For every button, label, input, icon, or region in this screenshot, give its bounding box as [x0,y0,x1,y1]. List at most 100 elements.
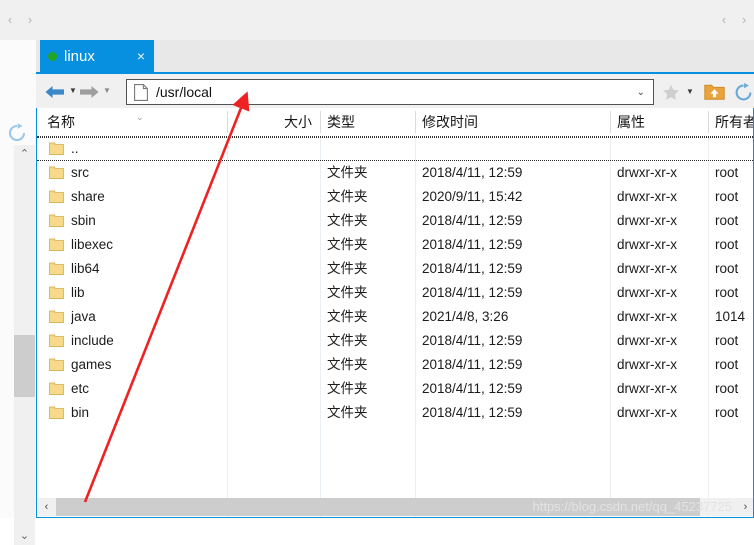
cell-owner: root [715,189,739,204]
watermark-text: https://blog.csdn.net/qq_45237725 [532,499,733,514]
column-divider[interactable] [610,111,611,133]
address-bar[interactable]: /usr/local ⌄ [126,79,654,105]
cell-modified: 2018/4/11, 12:59 [422,285,523,300]
host-tab-scroll-far-right-icon[interactable]: › [736,12,752,28]
column-divider[interactable] [415,111,416,133]
star-icon[interactable] [662,84,680,101]
cell-owner: root [715,237,739,252]
cell-name: bin [71,405,90,420]
cell-name: lib [71,285,85,300]
tab-linux[interactable]: linux × [40,40,154,72]
table-row[interactable]: lib 文件夹 2018/4/11, 12:59 drwxr-xr-x root [37,281,753,305]
hscroll-right-icon[interactable]: › [737,498,753,516]
column-header-owner[interactable]: 所有者 [715,108,753,136]
folder-icon [49,310,64,323]
table-row[interactable]: java 文件夹 2021/4/8, 3:26 drwxr-xr-x 1014 [37,305,753,329]
folder-icon [49,406,64,419]
column-divider[interactable] [320,111,321,133]
cell-name: include [71,333,114,348]
host-tab-scroll-right-icon[interactable]: › [22,12,38,28]
cell-attrs: drwxr-xr-x [617,309,677,324]
cell-attrs: drwxr-xr-x [617,189,677,204]
host-tab-scroll-left-icon[interactable]: ‹ [2,12,18,28]
cell-type: 文件夹 [327,333,368,348]
host-vertical-scrollbar[interactable]: ⌃ ⌄ [14,145,35,545]
table-row[interactable]: games 文件夹 2018/4/11, 12:59 drwxr-xr-x root [37,353,753,377]
folder-icon [49,190,64,203]
host-refresh-icon[interactable] [6,122,28,144]
cell-owner: 1014 [715,309,746,324]
cell-type: 文件夹 [327,381,368,396]
column-header-attributes[interactable]: 属性 [617,108,705,136]
back-dropdown-caret-icon[interactable]: ▼ [68,86,78,96]
cell-name: etc [71,381,90,396]
tab-close-icon[interactable]: × [134,49,148,63]
cell-owner: root [715,357,739,372]
folder-icon [49,262,64,275]
file-list-rows: .. src 文件夹 2018/4/11, 12:59 drwxr-xr-x root sh… [37,137,753,517]
cell-attrs: drwxr-xr-x [617,213,677,228]
cell-attrs: drwxr-xr-x [617,333,677,348]
column-header-name[interactable]: 名称 [47,108,207,136]
cell-type: 文件夹 [327,285,368,300]
cell-modified: 2018/4/11, 12:59 [422,381,523,396]
column-header-modified[interactable]: 修改时间 [422,108,606,136]
table-row[interactable]: share 文件夹 2020/9/11, 15:42 drwxr-xr-x root [37,185,753,209]
cell-name: java [71,309,96,324]
folder-icon [49,334,64,347]
cell-type: 文件夹 [327,165,368,180]
folder-icon [49,142,64,155]
cell-type: 文件夹 [327,237,368,252]
folder-up-icon[interactable] [704,82,725,102]
table-row[interactable]: libexec 文件夹 2018/4/11, 12:59 drwxr-xr-x root [37,233,753,257]
refresh-icon[interactable] [733,82,754,103]
star-dropdown-caret-icon[interactable]: ▼ [686,87,694,96]
column-divider[interactable] [708,111,709,133]
cell-modified: 2020/9/11, 15:42 [422,189,523,204]
column-header-type[interactable]: 类型 [327,108,411,136]
cell-owner: root [715,213,739,228]
table-row[interactable]: lib64 文件夹 2018/4/11, 12:59 drwxr-xr-x root [37,257,753,281]
folder-icon [49,286,64,299]
cell-attrs: drwxr-xr-x [617,285,677,300]
address-bar-dropdown-caret-icon[interactable]: ⌄ [637,87,645,98]
cell-type: 文件夹 [327,357,368,372]
cell-name: games [71,357,112,372]
address-bar-value[interactable]: /usr/local [156,84,637,100]
cell-name: src [71,165,89,180]
back-button[interactable] [44,83,66,101]
table-row[interactable]: sbin 文件夹 2018/4/11, 12:59 drwxr-xr-x root [37,209,753,233]
cell-attrs: drwxr-xr-x [617,237,677,252]
host-vscroll-thumb[interactable] [14,335,35,397]
table-row[interactable]: .. [37,137,753,161]
table-row[interactable]: src 文件夹 2018/4/11, 12:59 drwxr-xr-x root [37,161,753,185]
table-row[interactable]: bin 文件夹 2018/4/11, 12:59 drwxr-xr-x root [37,401,753,425]
host-tab-scroll-far-left-icon[interactable]: ‹ [716,12,732,28]
file-list-header: 名称 ⌄ 大小 类型 修改时间 属性 所有者 [37,108,753,137]
host-vscroll-down-icon[interactable]: ⌄ [14,527,35,545]
table-row[interactable]: etc 文件夹 2018/4/11, 12:59 drwxr-xr-x root [37,377,753,401]
toolbar: ▼ ▼ /usr/local ⌄ ▼ [36,72,754,108]
forward-button[interactable] [78,83,100,101]
host-left-strip: ⌃ ⌄ [0,40,37,545]
cell-owner: root [715,381,739,396]
forward-dropdown-caret-icon[interactable]: ▼ [102,86,112,96]
cell-owner: root [715,405,739,420]
file-list: 名称 ⌄ 大小 类型 修改时间 属性 所有者 .. src 文件夹 2018/4/11… [36,108,754,518]
cell-attrs: drwxr-xr-x [617,261,677,276]
cell-attrs: drwxr-xr-x [617,357,677,372]
horizontal-scrollbar[interactable]: ‹ › https://blog.csdn.net/qq_45237725 [38,498,753,516]
cell-attrs: drwxr-xr-x [617,165,677,180]
hscroll-left-icon[interactable]: ‹ [38,498,55,516]
column-divider[interactable] [227,111,228,133]
document-icon [134,83,148,101]
cell-owner: root [715,165,739,180]
cell-name: share [71,189,105,204]
host-tab-strip: ‹ › ‹ › [0,0,754,40]
host-vscroll-up-icon[interactable]: ⌃ [14,145,35,163]
cell-modified: 2018/4/11, 12:59 [422,165,523,180]
column-header-size[interactable]: 大小 [232,108,312,136]
table-row[interactable]: include 文件夹 2018/4/11, 12:59 drwxr-xr-x root [37,329,753,353]
cell-name: .. [71,141,79,156]
cell-modified: 2021/4/8, 3:26 [422,309,509,324]
